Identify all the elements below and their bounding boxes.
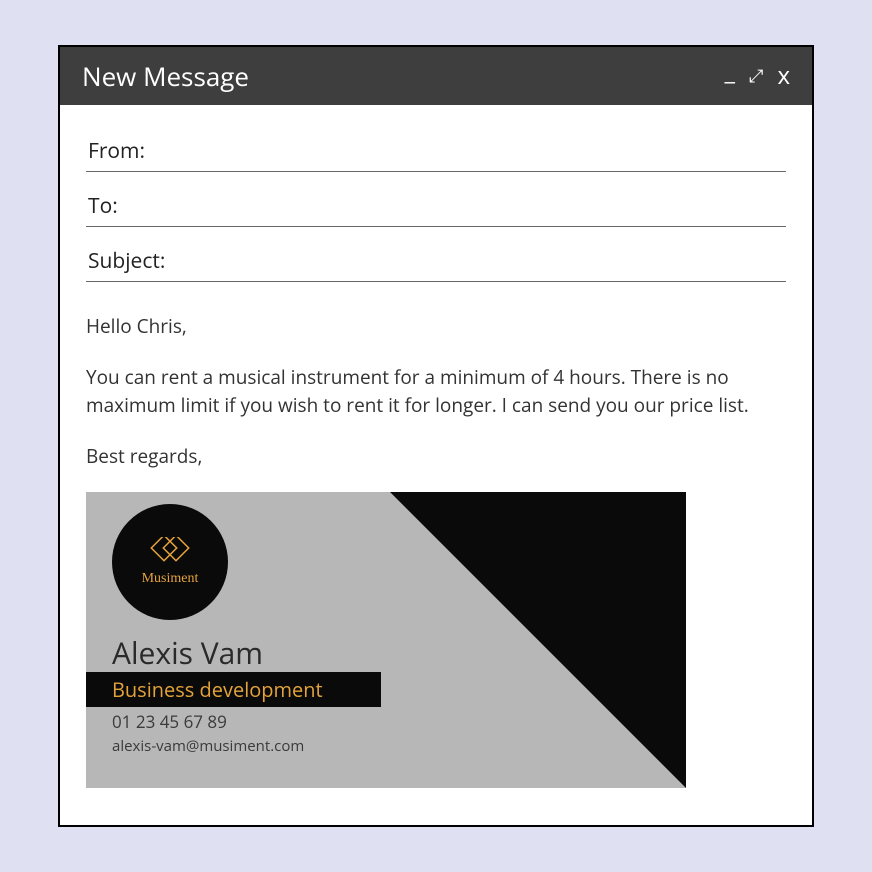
signoff-line: Best regards, [86,442,786,471]
to-label: To: [88,192,118,220]
sender-role: Business development [86,672,381,707]
close-icon[interactable]: x [777,64,790,88]
titlebar: New Message _ ⤢ x [60,47,812,105]
body-paragraph: You can rent a musical instrument for a … [86,363,786,420]
compose-body: From: To: Subject: Hello Chris, You can … [60,105,812,808]
from-field[interactable]: From: [86,131,786,172]
to-field[interactable]: To: [86,186,786,227]
sender-email: alexis-vam@musiment.com [112,736,304,756]
sender-phone: 01 23 45 67 89 [112,710,227,733]
signature-card: Musiment Alexis Vam Business development… [86,492,686,788]
subject-label: Subject: [88,247,165,275]
window-controls: _ ⤢ x [725,64,790,88]
from-label: From: [88,137,145,165]
window-title: New Message [82,58,249,94]
expand-icon[interactable]: ⤢ [749,67,763,85]
minimize-icon[interactable]: _ [725,60,736,84]
signature-triangle [390,492,686,788]
logo-diamonds-icon [149,537,191,567]
subject-field[interactable]: Subject: [86,241,786,282]
sender-name: Alexis Vam [112,632,263,673]
company-logo: Musiment [112,504,228,620]
message-body[interactable]: Hello Chris, You can rent a musical inst… [86,312,786,470]
greeting-line: Hello Chris, [86,312,786,341]
company-name: Musiment [142,571,199,587]
compose-window: New Message _ ⤢ x From: To: Subject: Hel… [58,45,814,827]
